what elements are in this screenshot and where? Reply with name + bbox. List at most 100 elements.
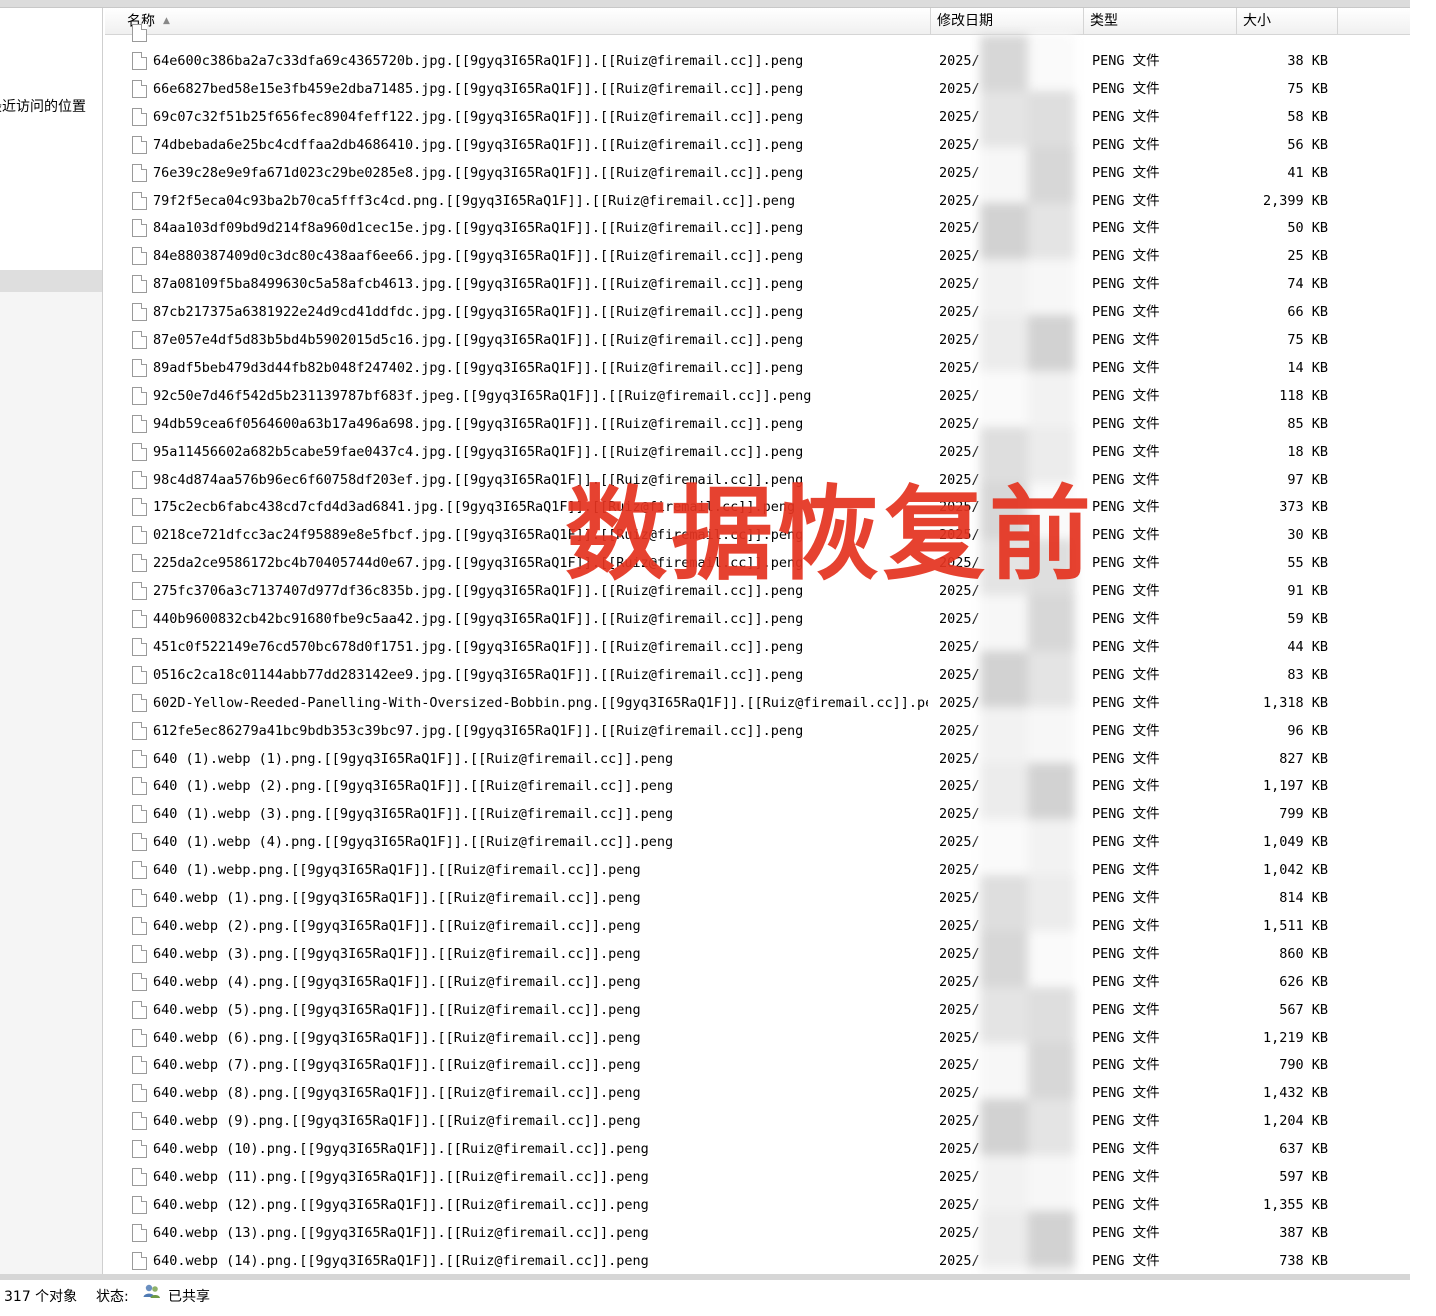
blur-block xyxy=(980,427,1028,483)
file-row[interactable]: 175c2ecb6fabc438cd7cfd4d3ad6841.jpg.[[9g… xyxy=(105,493,1410,521)
file-row[interactable]: 87a08109f5ba8499630c5a58afcb4613.jpg.[[9… xyxy=(105,270,1410,298)
file-row[interactable]: 640.webp (6).png.[[9gyq3I65RaQ1F]].[[Rui… xyxy=(105,1024,1410,1052)
file-size: 38 KB xyxy=(1287,53,1328,69)
file-row[interactable]: 640.webp (12).png.[[9gyq3I65RaQ1F]].[[Ru… xyxy=(105,1191,1410,1219)
nav-item-recent-places[interactable]: 最近访问的位置 xyxy=(0,96,102,118)
file-row[interactable]: 640.webp (1).png.[[9gyq3I65RaQ1F]].[[Rui… xyxy=(105,884,1410,912)
file-size: 50 KB xyxy=(1287,220,1328,237)
file-row[interactable]: 0516c2ca18c01144abb77dd283142ee9.jpg.[[9… xyxy=(105,661,1410,689)
file-row[interactable]: 74dbebada6e25bc4cdffaa2db4686410.jpg.[[9… xyxy=(105,131,1410,159)
file-row[interactable]: 95a11456602a682b5cabe59fae0437c4.jpg.[[9… xyxy=(105,438,1410,466)
blur-block xyxy=(980,371,1028,427)
file-name: 87e057e4df5d83b5bd4b5902015d5c16.jpg.[[9… xyxy=(153,332,804,348)
blur-block xyxy=(1028,595,1075,651)
file-name: 640 (1).webp.png.[[9gyq3I65RaQ1F]].[[Rui… xyxy=(153,862,641,879)
file-row[interactable]: 612fe5ec86279a41bc9bdb353c39bc97.jpg.[[9… xyxy=(105,717,1410,745)
file-row[interactable]: 640 (1).webp (1).png.[[9gyq3I65RaQ1F]].[… xyxy=(105,745,1410,773)
blur-block xyxy=(1028,1099,1075,1155)
file-row[interactable]: 84e880387409d0c3dc80c438aaf6ee66.jpg.[[9… xyxy=(105,242,1410,270)
blur-block xyxy=(980,539,1028,595)
file-type: PENG 文件 xyxy=(1092,359,1160,376)
file-name: 92c50e7d46f542d5b231139787bf683f.jpeg.[[… xyxy=(153,387,812,404)
file-type: PENG 文件 xyxy=(1092,611,1160,627)
file-icon xyxy=(132,331,147,349)
file-row[interactable]: 640 (1).webp (2).png.[[9gyq3I65RaQ1F]].[… xyxy=(105,772,1410,800)
file-name: 640 (1).webp (4).png.[[9gyq3I65RaQ1F]].[… xyxy=(153,834,674,851)
file-icon xyxy=(132,470,147,489)
file-size: 1,219 KB xyxy=(1262,1029,1328,1046)
file-row[interactable]: 640.webp (9).png.[[9gyq3I65RaQ1F]].[[Rui… xyxy=(105,1107,1410,1135)
blur-block xyxy=(1028,91,1075,147)
file-row[interactable]: 640 (1).webp.png.[[9gyq3I65RaQ1F]].[[Rui… xyxy=(105,856,1410,884)
file-row[interactable]: 69c07c32f51b25f656fec8904feff122.jpg.[[9… xyxy=(105,103,1410,131)
file-name: 95a11456602a682b5cabe59fae0437c4.jpg.[[9… xyxy=(153,443,804,460)
file-type: PENG 文件 xyxy=(1092,1141,1160,1158)
file-row[interactable]: 87cb217375a6381922e24d9cd41ddfdc.jpg.[[9… xyxy=(105,298,1410,326)
file-row[interactable]: 640.webp (5).png.[[9gyq3I65RaQ1F]].[[Rui… xyxy=(105,996,1410,1024)
file-size: 97 KB xyxy=(1287,471,1328,488)
file-type: PENG 文件 xyxy=(1092,778,1160,795)
file-type: PENG 文件 xyxy=(1092,471,1160,488)
file-type: PENG 文件 xyxy=(1092,638,1160,655)
blur-block xyxy=(980,819,1028,875)
file-row[interactable]: 640 (1).webp (4).png.[[9gyq3I65RaQ1F]].[… xyxy=(105,828,1410,856)
file-row[interactable]: 640 (1).webp (3).png.[[9gyq3I65RaQ1F]].[… xyxy=(105,800,1410,828)
file-type: PENG 文件 xyxy=(1092,164,1160,181)
file-type: PENG 文件 xyxy=(1092,192,1160,209)
file-name: 640.webp (5).png.[[9gyq3I65RaQ1F]].[[Rui… xyxy=(153,1001,641,1018)
file-row[interactable]: 640.webp (10).png.[[9gyq3I65RaQ1F]].[[Ru… xyxy=(105,1135,1410,1163)
file-icon xyxy=(132,1140,147,1159)
file-type: PENG 文件 xyxy=(1092,387,1160,404)
file-type: PENG 文件 xyxy=(1092,304,1160,321)
file-row[interactable]: 440b9600832cb42bc91680fbe9c5aa42.jpg.[[9… xyxy=(105,605,1410,633)
file-type: PENG 文件 xyxy=(1092,806,1160,823)
file-icon xyxy=(132,1000,147,1019)
file-row[interactable]: 92c50e7d46f542d5b231139787bf683f.jpeg.[[… xyxy=(105,382,1410,410)
file-size: 91 KB xyxy=(1287,583,1328,600)
file-size: 75 KB xyxy=(1287,332,1328,348)
file-type: PENG 文件 xyxy=(1092,136,1160,153)
file-name: 451c0f522149e76cd570bc678d0f1751.jpg.[[9… xyxy=(153,638,804,655)
file-icon xyxy=(132,79,147,98)
file-row[interactable]: 84aa103df09bd9d214f8a960d1cec15e.jpg.[[9… xyxy=(105,214,1410,242)
file-row[interactable]: 79f2f5eca04c93ba2b70ca5fff3c4cd.png.[[9g… xyxy=(105,187,1410,215)
file-type: PENG 文件 xyxy=(1092,1057,1160,1074)
file-row[interactable]: 87e057e4df5d83b5bd4b5902015d5c16.jpg.[[9… xyxy=(105,326,1410,354)
file-type: PENG 文件 xyxy=(1092,53,1160,69)
shared-status-text: 已共享 xyxy=(168,1289,210,1305)
file-row[interactable]: 0218ce721dfcc3ac24f95889e8e5fbcf.jpg.[[9… xyxy=(105,521,1410,549)
file-name: 66e6827bed58e15e3fb459e2dba71485.jpg.[[9… xyxy=(153,80,804,97)
file-name: 64e600c386ba2a7c33dfa69c4365720b.jpg.[[9… xyxy=(153,53,804,69)
file-size: 860 KB xyxy=(1279,945,1328,962)
file-row[interactable]: 98c4d874aa576b96ec6f60758df203ef.jpg.[[9… xyxy=(105,466,1410,494)
file-row[interactable]: 451c0f522149e76cd570bc678d0f1751.jpg.[[9… xyxy=(105,633,1410,661)
nav-selected-row[interactable] xyxy=(0,270,102,292)
blur-block xyxy=(980,931,1028,987)
blur-block xyxy=(1028,147,1075,203)
file-row[interactable]: 76e39c28e9e9fa671d023c29be0285e8.jpg.[[9… xyxy=(105,159,1410,187)
file-row[interactable]: 66e6827bed58e15e3fb459e2dba71485.jpg.[[9… xyxy=(105,75,1410,103)
file-row[interactable]: 640.webp (3).png.[[9gyq3I65RaQ1F]].[[Rui… xyxy=(105,940,1410,968)
file-icon xyxy=(132,721,147,740)
file-type: PENG 文件 xyxy=(1092,108,1160,125)
file-row[interactable]: 640.webp (2).png.[[9gyq3I65RaQ1F]].[[Rui… xyxy=(105,912,1410,940)
file-name: 640 (1).webp (3).png.[[9gyq3I65RaQ1F]].[… xyxy=(153,806,674,823)
file-row[interactable]: 640.webp (13).png.[[9gyq3I65RaQ1F]].[[Ru… xyxy=(105,1219,1410,1247)
file-row[interactable]: 275fc3706a3c7137407d977df36c835b.jpg.[[9… xyxy=(105,577,1410,605)
file-icon xyxy=(132,805,147,824)
file-row[interactable]: 640.webp (14).png.[[9gyq3I65RaQ1F]].[[Ru… xyxy=(105,1247,1410,1274)
file-icon xyxy=(132,972,147,991)
file-row[interactable]: 602D-Yellow-Reeded-Panelling-With-Oversi… xyxy=(105,689,1410,717)
file-list-pane: 名称 ▲ 修改日期 类型 大小 64e600c386ba2a7c33dfa69c4… xyxy=(105,8,1410,1274)
file-icon xyxy=(132,303,147,322)
file-row[interactable]: 640.webp (7).png.[[9gyq3I65RaQ1F]].[[Rui… xyxy=(105,1051,1410,1079)
file-row[interactable]: 89adf5beb479d3d44fb82b048f247402.jpg.[[9… xyxy=(105,354,1410,382)
file-row[interactable]: 640.webp (11).png.[[9gyq3I65RaQ1F]].[[Ru… xyxy=(105,1163,1410,1191)
file-row[interactable]: 94db59cea6f0564600a63b17a496a698.jpg.[[9… xyxy=(105,410,1410,438)
file-row[interactable]: 64e600c386ba2a7c33dfa69c4365720b.jpg.[[9… xyxy=(105,47,1410,75)
file-icon xyxy=(132,944,147,963)
file-row[interactable]: 640.webp (8).png.[[9gyq3I65RaQ1F]].[[Rui… xyxy=(105,1079,1410,1107)
file-row[interactable]: 640.webp (4).png.[[9gyq3I65RaQ1F]].[[Rui… xyxy=(105,968,1410,996)
blur-block xyxy=(980,875,1028,931)
file-row[interactable]: 225da2ce9586172bc4b70405744d0e67.jpg.[[9… xyxy=(105,549,1410,577)
